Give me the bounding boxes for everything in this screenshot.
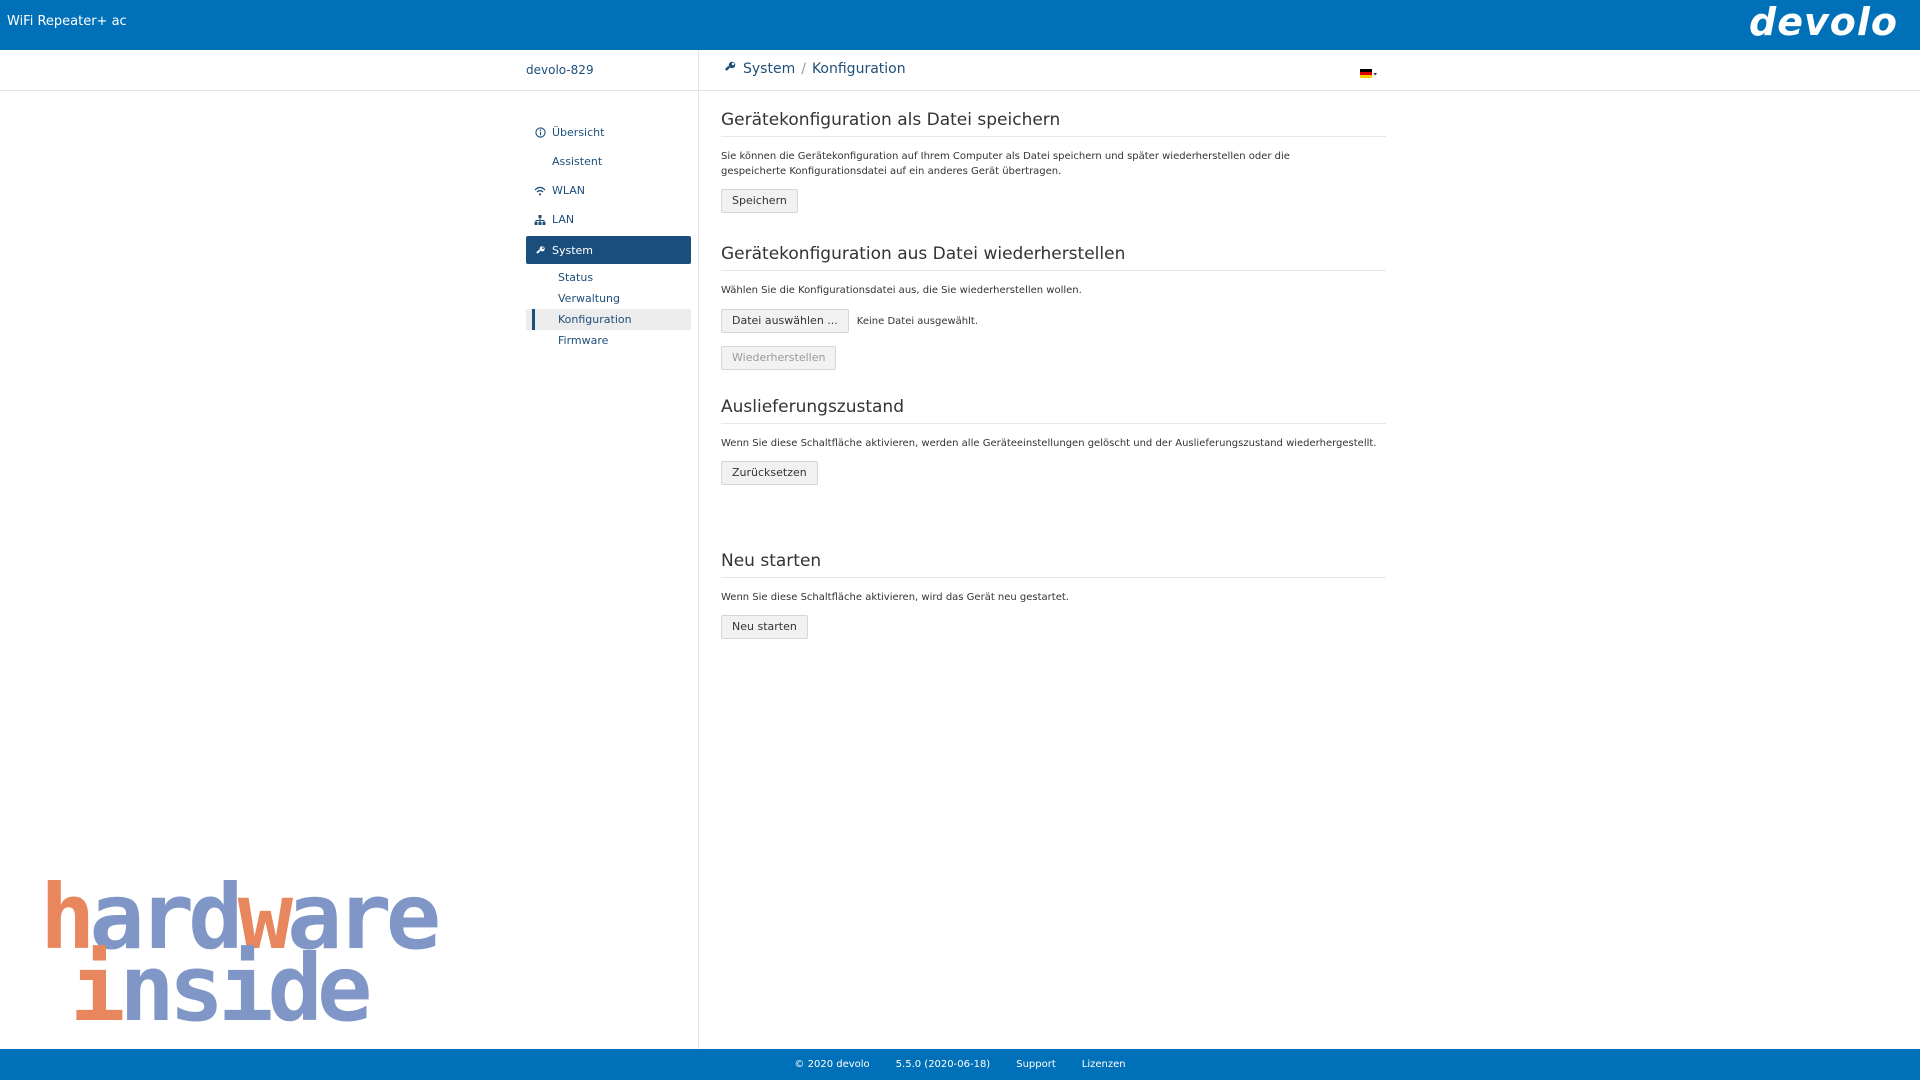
section-description: Wenn Sie diese Schaltfläche aktivieren, … xyxy=(721,438,1377,449)
sidebar-item-label: LAN xyxy=(552,213,575,226)
subnav-item-firmware[interactable]: Firmware xyxy=(526,330,691,351)
breadcrumb: System / Konfiguration xyxy=(723,60,906,78)
device-name: devolo-829 xyxy=(526,63,594,77)
section-title: Gerätekonfiguration als Datei speichern xyxy=(721,110,1386,137)
sidebar-divider xyxy=(698,50,699,1049)
main-content: Gerätekonfiguration als Datei speichern … xyxy=(721,110,1386,639)
factory-reset-section: Auslieferungszustand Wenn Sie diese Scha… xyxy=(721,397,1386,485)
breadcrumb-separator: / xyxy=(801,61,806,77)
section-title: Neu starten xyxy=(721,551,1386,578)
subnav-item-status[interactable]: Status xyxy=(526,267,691,288)
devolo-logo[interactable]: devolo xyxy=(1749,2,1898,42)
sidebar-item-label: Assistent xyxy=(552,155,603,168)
network-icon xyxy=(534,214,546,226)
choose-file-button[interactable]: Datei auswählen ... xyxy=(721,309,849,333)
reset-button[interactable]: Zurücksetzen xyxy=(721,461,818,485)
sub-header: devolo-829 System / Konfiguration xyxy=(0,50,1920,91)
wifi-icon xyxy=(534,185,546,197)
sidebar-item-label: WLAN xyxy=(552,184,586,197)
wrench-icon xyxy=(723,60,737,78)
sidebar-item-label: Übersicht xyxy=(552,126,605,139)
app-title: WiFi Repeater+ ac xyxy=(7,14,127,29)
sidebar-item-system[interactable]: System xyxy=(526,236,691,264)
section-title: Auslieferungszustand xyxy=(721,397,1386,424)
info-icon xyxy=(534,127,546,139)
language-selector[interactable] xyxy=(1360,65,1378,78)
footer-version: 5.5.0 (2020-06-18) xyxy=(895,1059,991,1070)
save-button[interactable]: Speichern xyxy=(721,189,798,213)
sidebar-nav: Übersicht Assistent WLAN LAN System Stat… xyxy=(526,118,691,351)
footer: © 2020 devolo 5.5.0 (2020-06-18) Support… xyxy=(0,1049,1920,1080)
svg-text:inside: inside xyxy=(70,935,369,1030)
footer-licenses-link[interactable]: Lizenzen xyxy=(1082,1059,1126,1070)
subnav-item-verwaltung[interactable]: Verwaltung xyxy=(526,288,691,309)
file-status: Keine Datei ausgewählt. xyxy=(856,315,978,327)
reboot-section: Neu starten Wenn Sie diese Schaltfläche … xyxy=(721,551,1386,639)
hardware-inside-watermark: hardware inside xyxy=(40,863,560,1042)
restore-button[interactable]: Wiederherstellen xyxy=(721,346,837,370)
section-title: Gerätekonfiguration aus Datei wiederhers… xyxy=(721,244,1386,271)
sidebar-item-uebersicht[interactable]: Übersicht xyxy=(526,118,691,147)
footer-support-link[interactable]: Support xyxy=(1016,1059,1056,1070)
subnav-item-konfiguration[interactable]: Konfiguration xyxy=(526,309,691,330)
reboot-button[interactable]: Neu starten xyxy=(721,615,808,639)
sidebar-item-lan[interactable]: LAN xyxy=(526,205,691,234)
system-subnav: Status Verwaltung Konfiguration Firmware xyxy=(526,267,691,351)
wrench-icon xyxy=(534,244,546,256)
sidebar-item-assistent[interactable]: Assistent xyxy=(526,147,691,176)
breadcrumb-system[interactable]: System xyxy=(743,61,795,77)
restore-config-section: Gerätekonfiguration aus Datei wiederhers… xyxy=(721,244,1386,370)
breadcrumb-konfiguration: Konfiguration xyxy=(811,61,906,77)
section-description: Wenn Sie diese Schaltfläche aktivieren, … xyxy=(721,592,1069,603)
top-header: WiFi Repeater+ ac devolo xyxy=(0,0,1920,50)
sidebar-item-label: System xyxy=(552,243,594,257)
save-config-section: Gerätekonfiguration als Datei speichern … xyxy=(721,110,1386,213)
section-description: Sie können die Gerätekonfiguration auf I… xyxy=(721,151,1290,177)
section-description: Wählen Sie die Konfigurationsdatei aus, … xyxy=(721,285,1082,296)
sidebar-item-wlan[interactable]: WLAN xyxy=(526,176,691,205)
footer-copyright: © 2020 devolo xyxy=(794,1059,870,1070)
